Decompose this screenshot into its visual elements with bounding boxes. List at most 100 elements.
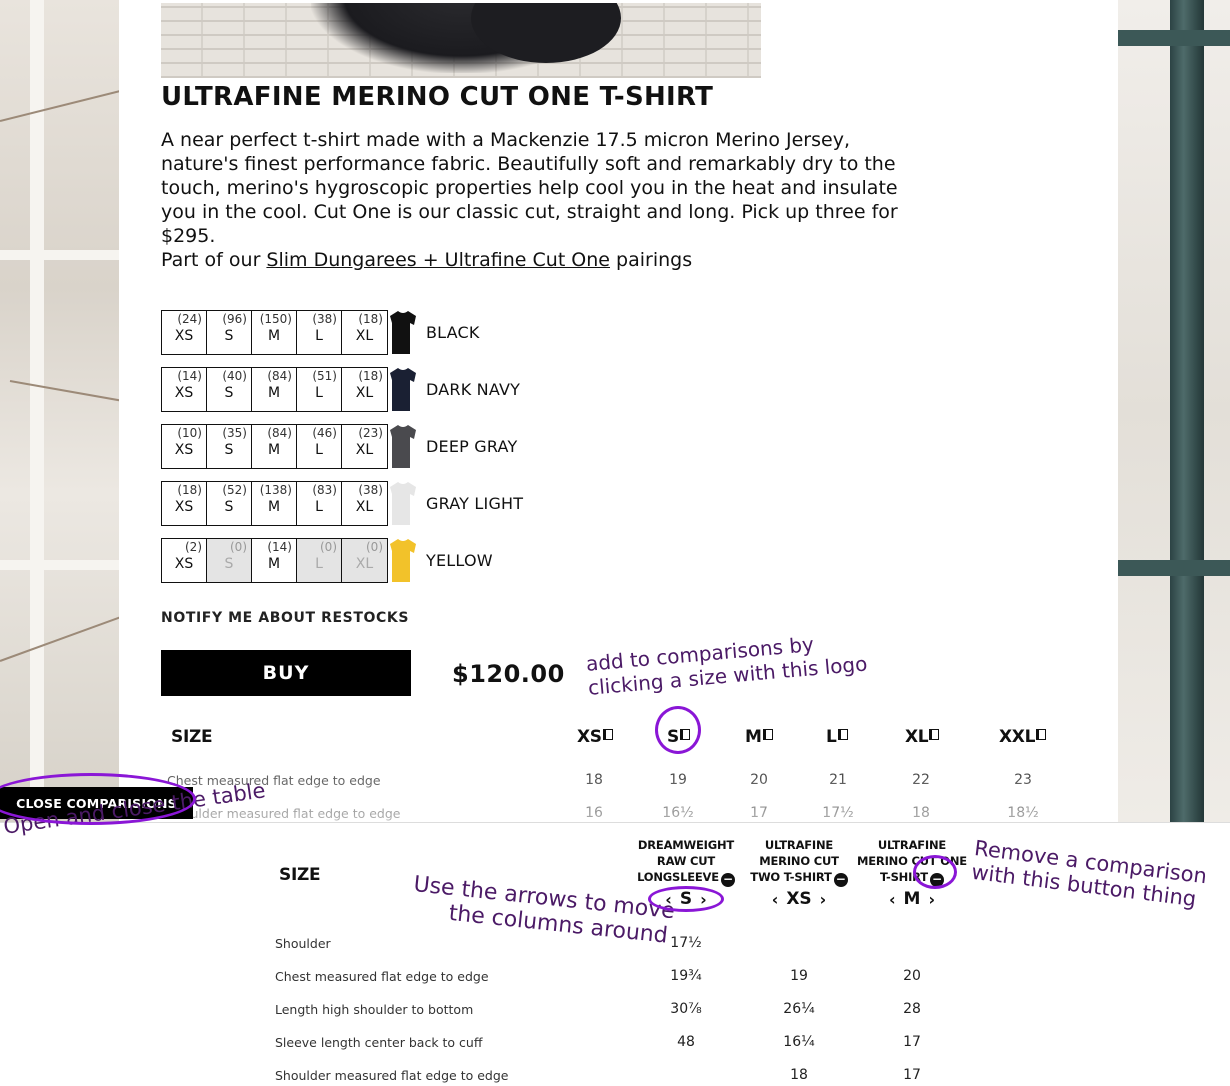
name-text: DREAMWEIGHT — [637, 838, 735, 852]
chevron-right-icon[interactable]: › — [928, 890, 935, 909]
stock-count: (14) — [267, 540, 292, 554]
pairing-link[interactable]: Slim Dungarees + Ultrafine Cut One — [266, 249, 610, 271]
name-line: MERINO CUT ONE — [857, 853, 967, 869]
size-option-xs[interactable]: (10) XS — [162, 425, 207, 468]
stock-count: (83) — [312, 483, 337, 497]
name-text: ULTRAFINE — [877, 838, 947, 852]
size-label: M — [745, 727, 762, 747]
name-line: TWO T-SHIRT − — [744, 869, 854, 887]
size-label: XL — [355, 328, 374, 344]
size-option-m[interactable]: (150) M — [252, 311, 297, 354]
comparison-cell: 48 — [677, 1034, 695, 1050]
size-option-xs[interactable]: (24) XS — [162, 311, 207, 354]
size-option-xl[interactable]: (18) XL — [342, 311, 387, 354]
minus-circle-icon[interactable]: − — [833, 873, 848, 887]
stock-count: (23) — [358, 426, 383, 440]
description-text: A near perfect t-shirt made with a Macke… — [161, 129, 898, 247]
size-option-s[interactable]: (35) S — [207, 425, 252, 468]
name-line: ULTRAFINE — [744, 837, 854, 853]
size-label: XL — [355, 499, 374, 515]
size-option-s: (0) S — [207, 539, 252, 582]
size-label: S — [224, 328, 234, 344]
stock-count: (35) — [222, 426, 247, 440]
size-label: XS — [174, 499, 194, 515]
chevron-right-icon[interactable]: › — [820, 890, 827, 909]
size-chart-cell: 18½ — [1007, 805, 1039, 821]
size-grid: (2) XS (0) S (14) M (0) L (0) XL — [161, 538, 388, 583]
tshirt-icon[interactable] — [388, 424, 418, 469]
size-option-m[interactable]: (84) M — [252, 368, 297, 411]
size-option-m[interactable]: (138) M — [252, 482, 297, 525]
product-hero-image — [161, 3, 761, 78]
chevron-left-icon[interactable]: ‹ — [889, 890, 896, 909]
stock-count: (24) — [177, 312, 202, 326]
size-label: S — [667, 727, 679, 747]
size-option-xl[interactable]: (38) XL — [342, 482, 387, 525]
chevron-right-icon[interactable]: › — [700, 890, 707, 909]
size-option-s[interactable]: (40) S — [207, 368, 252, 411]
minus-circle-icon[interactable]: − — [929, 873, 944, 887]
size-label: XL — [355, 442, 374, 458]
size-label: M — [267, 442, 281, 458]
stock-count: (14) — [177, 369, 202, 383]
size-label: XS — [577, 727, 602, 747]
name-text: MERINO CUT ONE — [857, 854, 967, 868]
comparison-product-name: DREAMWEIGHT RAW CUT LONGSLEEVE − — [631, 837, 741, 887]
size-option-xl[interactable]: (23) XL — [342, 425, 387, 468]
compare-size-s[interactable]: S — [667, 727, 690, 747]
stock-count: (0) — [230, 540, 247, 554]
size-option-m[interactable]: (84) M — [252, 425, 297, 468]
stock-count: (84) — [267, 426, 292, 440]
comparison-cell: 17 — [903, 1034, 921, 1050]
product-description: A near perfect t-shirt made with a Macke… — [161, 128, 921, 272]
color-row: (14) XS (40) S (84) M (51) L (18) XL DARK NAVY — [161, 367, 520, 412]
size-chart-cell: 18 — [585, 772, 603, 788]
name-line: DREAMWEIGHT — [631, 837, 741, 853]
size-chart-header: SIZE — [171, 727, 213, 747]
comparison-cell: 19¾ — [670, 968, 702, 984]
compare-icon — [837, 729, 848, 740]
size-option-l[interactable]: (51) L — [297, 368, 342, 411]
tshirt-icon[interactable] — [388, 310, 418, 355]
compare-size-m[interactable]: M — [745, 727, 773, 747]
stock-count: (84) — [267, 369, 292, 383]
stock-count: (40) — [222, 369, 247, 383]
size-grid: (14) XS (40) S (84) M (51) L (18) XL — [161, 367, 388, 412]
size-option-m[interactable]: (14) M — [252, 539, 297, 582]
comparison-cell: 18 — [790, 1067, 808, 1083]
compare-size-l[interactable]: L — [826, 727, 848, 747]
size-label: L — [315, 385, 323, 401]
size-option-xs[interactable]: (14) XS — [162, 368, 207, 411]
size-option-l[interactable]: (38) L — [297, 311, 342, 354]
minus-circle-icon[interactable]: − — [720, 873, 735, 887]
stock-count: (38) — [358, 483, 383, 497]
size-option-xs[interactable]: (18) XS — [162, 482, 207, 525]
compare-size-xxl[interactable]: XXL — [999, 727, 1047, 747]
comparison-cell: 26¼ — [783, 1001, 815, 1017]
size-option-xs[interactable]: (2) XS — [162, 539, 207, 582]
size-label: XS — [174, 328, 194, 344]
size-label: L — [315, 556, 323, 572]
color-name: DARK NAVY — [426, 380, 521, 399]
size-option-s[interactable]: (52) S — [207, 482, 252, 525]
comparison-product-name: ULTRAFINE MERINO CUT TWO T-SHIRT − — [744, 837, 854, 887]
size-option-l[interactable]: (46) L — [297, 425, 342, 468]
tshirt-icon[interactable] — [388, 367, 418, 412]
tshirt-icon[interactable] — [388, 538, 418, 583]
background-photo-right — [1118, 0, 1230, 822]
tshirt-icon[interactable] — [388, 481, 418, 526]
compare-size-xs[interactable]: XS — [577, 727, 613, 747]
comparison-row-label: Sleeve length center back to cuff — [275, 1035, 483, 1050]
size-option-l[interactable]: (83) L — [297, 482, 342, 525]
chevron-left-icon[interactable]: ‹ — [772, 890, 779, 909]
stock-count: (10) — [177, 426, 202, 440]
size-grid: (24) XS (96) S (150) M (38) L (18) XL — [161, 310, 388, 355]
compare-size-xl[interactable]: XL — [905, 727, 940, 747]
size-option-s[interactable]: (96) S — [207, 311, 252, 354]
buy-button[interactable]: BUY — [161, 650, 411, 696]
notify-restock-link[interactable]: NOTIFY ME ABOUT RESTOCKS — [161, 610, 409, 626]
name-text: RAW CUT — [656, 854, 716, 868]
comparison-cell: 30⅞ — [670, 1001, 702, 1017]
size-option-xl[interactable]: (18) XL — [342, 368, 387, 411]
name-text: TWO T-SHIRT — [750, 870, 832, 884]
